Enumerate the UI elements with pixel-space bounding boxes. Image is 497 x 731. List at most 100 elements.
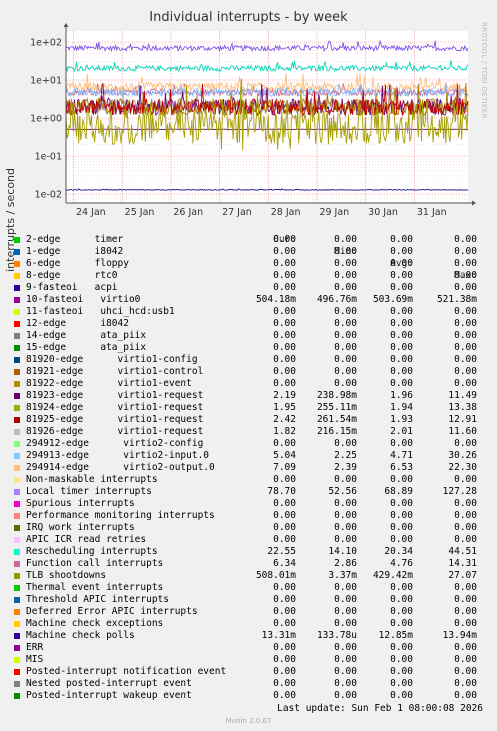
legend-avg-value: 6.53	[390, 462, 413, 473]
legend-cur-value: 0.00	[273, 306, 296, 317]
legend-swatch	[14, 345, 20, 351]
legend-row: Threshold APIC interrupts 0.00 0.00 0.00 0.0…	[0, 594, 497, 606]
legend-swatch	[14, 477, 20, 483]
legend-cur-value: 2.19	[273, 390, 296, 401]
legend-min-value: 0.00	[334, 690, 357, 701]
legend-series-name: Posted-interrupt notification event	[26, 666, 227, 677]
legend-avg-value: 0.00	[390, 666, 413, 677]
legend-cur-value: 0.00	[273, 270, 296, 281]
legend-avg-value: 0.00	[390, 270, 413, 281]
legend-swatch	[14, 465, 20, 471]
legend-cur-value: 0.00	[273, 678, 296, 689]
legend-cur-value: 13.31m	[261, 630, 296, 641]
legend-row: MIS 0.00 0.00 0.00 0.00	[0, 654, 497, 666]
legend-series-name: Spurious interrupts	[26, 498, 135, 509]
legend-min-value: 0.00	[334, 246, 357, 257]
legend-series-name: 81923-edge virtio1-request	[26, 390, 204, 401]
legend-row: 81921-edge virtio1-control 0.00 0.00 0.00 0.…	[0, 366, 497, 378]
legend-swatch	[14, 561, 20, 567]
legend-avg-value: 0.00	[390, 582, 413, 593]
x-tick-label: 27 Jan	[222, 207, 252, 218]
last-update: Last update: Sun Feb 1 08:00:08 2026	[277, 703, 483, 714]
legend-avg-value: 0.00	[390, 366, 413, 377]
legend-avg-value: 0.00	[390, 318, 413, 329]
legend-series-name: Performance monitoring interrupts	[26, 510, 215, 521]
legend-min-value: 52.56	[328, 486, 357, 497]
legend-cur-value: 22.55	[267, 546, 296, 557]
legend-min-value: 0.00	[334, 474, 357, 485]
legend-series-name: 1-edge i8042	[26, 246, 124, 257]
legend-max-value: 0.00	[454, 378, 477, 389]
legend-swatch	[14, 645, 20, 651]
legend-max-value: 0.00	[454, 642, 477, 653]
legend-avg-value: 0.00	[390, 474, 413, 485]
legend-avg-value: 0.00	[390, 354, 413, 365]
legend-swatch	[14, 609, 20, 615]
legend-row: 81925-edge virtio1-request 2.42 261.54m 1.9…	[0, 414, 497, 426]
legend-row: 81924-edge virtio1-request 1.95 255.11m 1.9…	[0, 402, 497, 414]
legend-min-value: 0.00	[334, 654, 357, 665]
legend-cur-value: 508.01m	[255, 570, 296, 581]
legend-avg-value: 0.00	[390, 690, 413, 701]
legend-swatch	[14, 693, 20, 699]
legend-cur-value: 0.00	[273, 498, 296, 509]
legend-row: IRQ work interrupts 0.00 0.00 0.00 0.00	[0, 522, 497, 534]
legend-series-name: Non-maskable interrupts	[26, 474, 158, 485]
y-tick-label: 1e-01	[35, 152, 62, 163]
legend-swatch	[14, 441, 20, 447]
legend-min-value: 0.00	[334, 618, 357, 629]
legend-min-value: 3.37m	[328, 570, 357, 581]
legend-series-name: Machine check polls	[26, 630, 135, 641]
legend-swatch	[14, 369, 20, 375]
legend-row: Posted-interrupt notification event 0.00 0…	[0, 666, 497, 678]
legend-min-value: 0.00	[334, 582, 357, 593]
legend-swatch	[14, 501, 20, 507]
legend-row: 81920-edge virtio1-config 0.00 0.00 0.00 0.0…	[0, 354, 497, 366]
legend-min-value: 0.00	[334, 666, 357, 677]
legend-min-value: 2.39	[334, 462, 357, 473]
legend-series-name: IRQ work interrupts	[26, 522, 135, 533]
munin-version: Munin 2.0.67	[225, 717, 272, 725]
legend-max-value: 0.00	[454, 510, 477, 521]
legend-series-name: 294914-edge virtio2-output.0	[26, 462, 215, 473]
legend-series-name: MIS	[26, 654, 44, 665]
legend-max-value: 0.00	[454, 606, 477, 617]
legend-min-value: 0.00	[334, 330, 357, 341]
legend-max-value: 0.00	[454, 474, 477, 485]
legend-series-name: Nested posted-interrupt event	[26, 678, 192, 689]
legend-row: 294913-edge virtio2-input.0 5.04 2.25 4.71 3…	[0, 450, 497, 462]
legend-swatch	[14, 249, 20, 255]
legend-series-name: 81920-edge virtio1-config	[26, 354, 198, 365]
legend-min-value: 0.00	[334, 510, 357, 521]
legend-max-value: 0.00	[454, 258, 477, 269]
legend-swatch	[14, 621, 20, 627]
legend-series-name: Deferred Error APIC interrupts	[26, 606, 198, 617]
y-tick-label: 1e+02	[30, 38, 62, 49]
legend-series-name: Posted-interrupt wakeup event	[26, 690, 192, 701]
legend-cur-value: 7.09	[273, 462, 296, 473]
legend-max-value: 30.26	[448, 450, 477, 461]
legend-max-value: 0.00	[454, 522, 477, 533]
legend-max-value: 44.51	[448, 546, 477, 557]
legend-row: 12-edge i8042 0.00 0.00 0.00 0.00	[0, 318, 497, 330]
legend-max-value: 0.00	[454, 618, 477, 629]
legend-cur-value: 504.18m	[255, 294, 296, 305]
x-tick-label: 24 Jan	[76, 207, 106, 218]
legend-swatch	[14, 405, 20, 411]
legend-swatch	[14, 573, 20, 579]
legend-min-value: 0.00	[334, 438, 357, 449]
legend-max-value: 22.30	[448, 462, 477, 473]
legend-row: Function call interrupts 6.34 2.86 4.76 14.3…	[0, 558, 497, 570]
x-tick-label: 31 Jan	[417, 207, 447, 218]
legend-series-name: Function call interrupts	[26, 558, 164, 569]
legend-row: 6-edge floppy 0.00 0.00 0.00 0.00	[0, 258, 497, 270]
legend-avg-value: 1.94	[390, 402, 413, 413]
x-tick-label: 28 Jan	[271, 207, 301, 218]
legend-row: 81926-edge virtio1-request 1.82 216.15m 2.0…	[0, 426, 497, 438]
legend-row: 8-edge rtc0 0.00 0.00 0.00 0.00	[0, 270, 497, 282]
legend-series-name: 81924-edge virtio1-request	[26, 402, 204, 413]
legend-max-value: 0.00	[454, 666, 477, 677]
legend-max-value: 0.00	[454, 366, 477, 377]
legend-row: 81923-edge virtio1-request 2.19 238.98m 1.9…	[0, 390, 497, 402]
legend-row: Local timer interrupts 78.70 52.56 68.89 127…	[0, 486, 497, 498]
